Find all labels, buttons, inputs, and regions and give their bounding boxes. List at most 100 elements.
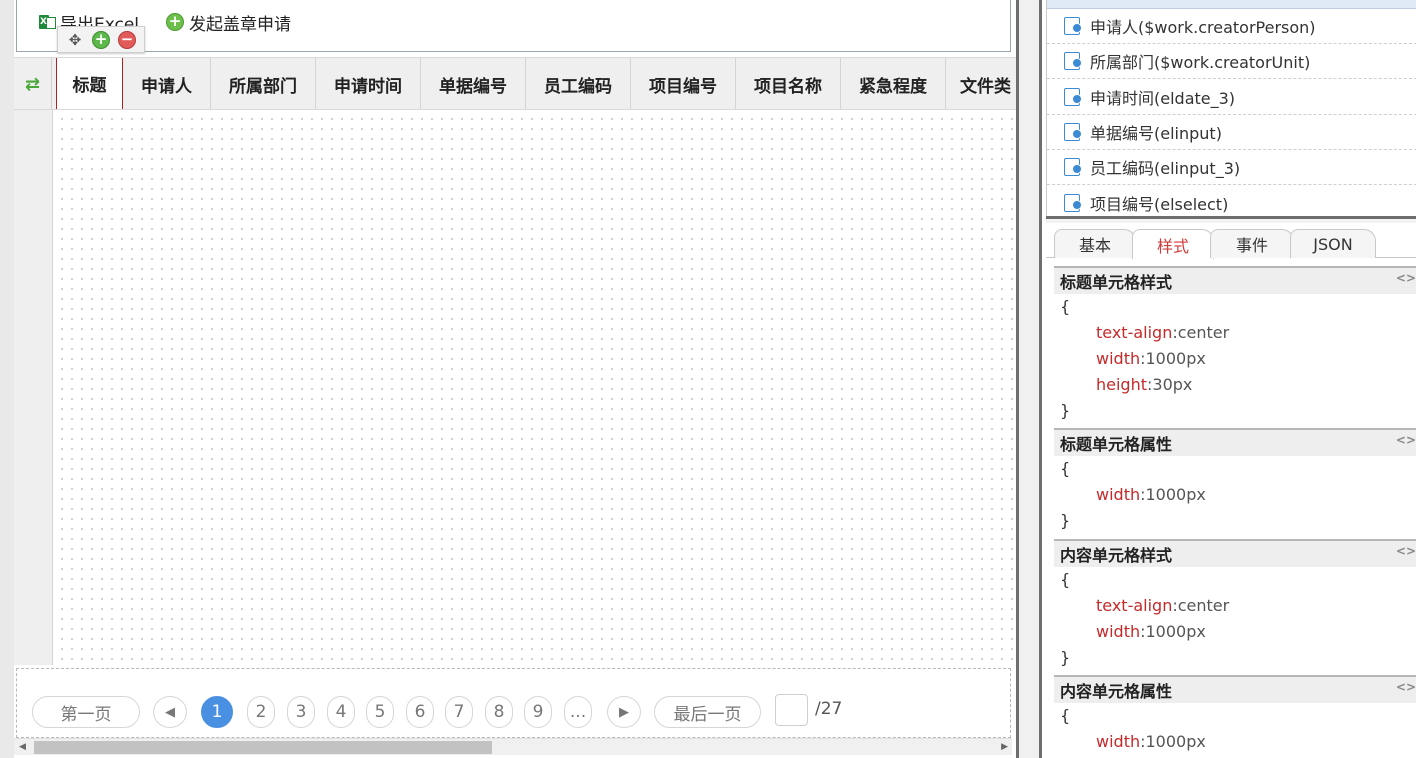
property-panel-title: 内容单元格属性 <>	[1054, 677, 1416, 703]
page-button[interactable]: 6	[406, 696, 434, 728]
code-toggle-icon[interactable]: <>	[1396, 271, 1416, 285]
field-list-item[interactable]: 项目编号(elselect)	[1047, 186, 1416, 217]
brace-open: {	[1060, 459, 1071, 478]
property-code-editor[interactable]: {text-align:center width:1000px height:30p…	[1054, 294, 1416, 424]
scrollbar-thumb[interactable]	[34, 741, 492, 754]
column-header[interactable]: 项目编号	[631, 58, 736, 109]
field-document-icon	[1064, 193, 1082, 212]
property-value: 1000px	[1145, 732, 1206, 751]
property-panel-title-text: 内容单元格样式	[1060, 546, 1173, 565]
property-key: width	[1096, 622, 1141, 641]
field-label: 所属部门($work.creatorUnit)	[1090, 53, 1311, 73]
column-header[interactable]: 紧急程度	[841, 58, 946, 109]
brace-close: }	[1060, 511, 1071, 530]
property-panel: 标题单元格属性 <> { width:1000px}	[1054, 428, 1416, 534]
field-label: 申请人($work.creatorPerson)	[1090, 18, 1316, 37]
brace-open: {	[1060, 297, 1071, 316]
horizontal-splitter[interactable]	[1046, 216, 1416, 223]
column-header[interactable]: 员工编码	[526, 58, 631, 109]
prev-page-icon[interactable]: ◀	[153, 696, 187, 728]
property-code-editor[interactable]: { width:1000px}	[1054, 456, 1416, 534]
field-list-item[interactable]: 单据编号(elinput)	[1047, 115, 1416, 150]
property-code-editor[interactable]: {text-align:center width:1000px}	[1054, 567, 1416, 671]
field-list-item[interactable]: 员工编码(elinput_3)	[1047, 150, 1416, 186]
property-entry: width:1000px	[1096, 485, 1206, 504]
property-code-editor[interactable]: {width:1000px	[1054, 703, 1416, 755]
move-icon[interactable]: ✥	[65, 30, 85, 50]
left-gutter	[0, 0, 14, 758]
property-key: width	[1096, 485, 1141, 504]
property-value: center	[1177, 596, 1230, 615]
page-button[interactable]: 4	[327, 696, 355, 728]
code-toggle-icon[interactable]: <>	[1396, 433, 1416, 447]
seal-request-button[interactable]: + 发起盖章申请	[166, 9, 291, 35]
horizontal-scrollbar[interactable]: ◀ ▶	[14, 738, 1012, 755]
next-page-icon[interactable]: ▶	[607, 696, 641, 728]
page-button-current[interactable]: 1	[201, 696, 233, 728]
tab-style[interactable]: 样式	[1132, 229, 1214, 259]
field-list-item[interactable]: 所属部门($work.creatorUnit)	[1047, 44, 1416, 80]
property-key: height	[1096, 375, 1147, 394]
property-value: center	[1177, 323, 1230, 342]
column-header[interactable]: 标题	[56, 58, 123, 109]
property-value: 1000px	[1145, 622, 1206, 641]
designer-canvas: X 导出Excel + 发起盖章申请 ✥ + − ⇄ 标题 申请人 所属部门 申请时间…	[0, 0, 1016, 758]
property-panel: 内容单元格属性 <> {width:1000px	[1054, 675, 1416, 755]
brace-close: }	[1060, 401, 1071, 420]
field-list-item[interactable]: 申请人($work.creatorPerson)	[1047, 9, 1416, 44]
first-page-button[interactable]: 第一页	[32, 696, 140, 728]
property-panel-title: 标题单元格样式 <>	[1054, 268, 1416, 294]
field-list-selected-row[interactable]	[1047, 0, 1416, 9]
code-toggle-icon[interactable]: <>	[1396, 544, 1416, 558]
field-document-icon	[1064, 158, 1082, 177]
pagination: 第一页 ◀ 1 2 3 4 5 6 7 8 9... ▶ 最后一页 /27	[16, 668, 1011, 738]
page-button[interactable]: 5	[366, 696, 394, 728]
property-entry: width:1000px	[1096, 349, 1206, 368]
property-value: 30px	[1152, 375, 1193, 394]
field-label: 单据编号(elinput)	[1090, 123, 1222, 143]
remove-component-icon[interactable]: −	[118, 30, 136, 49]
component-floating-toolbar: ✥ + −	[57, 26, 145, 53]
column-header[interactable]: 所属部门	[211, 58, 316, 109]
refresh-icon[interactable]: ⇄	[14, 58, 52, 109]
property-tabs: 基本 样式 事件 JSON	[1046, 228, 1416, 259]
column-header[interactable]: 申请人	[123, 58, 211, 109]
field-label: 员工编码(elinput_3)	[1090, 159, 1241, 179]
page-button[interactable]: 3	[287, 696, 315, 728]
property-entry: text-align:center	[1096, 323, 1230, 342]
property-key: width	[1096, 732, 1141, 751]
tab-event[interactable]: 事件	[1210, 229, 1294, 258]
scroll-left-icon[interactable]: ◀	[19, 742, 26, 752]
property-panel-title-text: 内容单元格属性	[1060, 682, 1173, 701]
vertical-splitter[interactable]	[1016, 0, 1041, 758]
tab-basic[interactable]: 基本	[1054, 229, 1136, 258]
field-label: 申请时间(eldate_3)	[1090, 88, 1236, 108]
grid-header-row: ⇄ 标题 申请人 所属部门 申请时间 单据编号 员工编码 项目编号 项目名称 紧急程度 文件类	[14, 57, 1016, 110]
page-button[interactable]: 8	[485, 696, 513, 728]
field-document-icon	[1064, 52, 1082, 71]
column-header[interactable]: 文件类	[946, 58, 1016, 109]
property-entry: text-align:center	[1096, 596, 1230, 615]
add-component-icon[interactable]: +	[92, 30, 110, 49]
page-button[interactable]: ...	[564, 696, 592, 728]
property-value: 1000px	[1145, 485, 1206, 504]
page-button[interactable]: 7	[445, 696, 473, 728]
property-entry: width:1000px	[1096, 622, 1206, 641]
scroll-right-icon[interactable]: ▶	[1001, 742, 1008, 752]
tab-json[interactable]: JSON	[1290, 229, 1376, 258]
code-toggle-icon[interactable]: <>	[1396, 680, 1416, 694]
last-page-button[interactable]: 最后一页	[654, 696, 761, 728]
page-number-input[interactable]	[775, 694, 808, 726]
seal-request-label: 发起盖章申请	[189, 14, 291, 35]
field-label: 项目编号(elselect)	[1090, 194, 1229, 214]
column-header[interactable]: 项目名称	[736, 58, 841, 109]
property-sidebar: 申请人($work.creatorPerson) 所属部门($work.creat…	[1046, 0, 1416, 758]
property-panel-title-text: 标题单元格属性	[1060, 435, 1173, 454]
column-header[interactable]: 申请时间	[316, 58, 421, 109]
page-button[interactable]: 9	[524, 696, 552, 728]
page-button[interactable]: 2	[247, 696, 275, 728]
field-list-item[interactable]: 申请时间(eldate_3)	[1047, 80, 1416, 115]
column-header[interactable]: 单据编号	[421, 58, 526, 109]
property-panel-title: 标题单元格属性 <>	[1054, 430, 1416, 456]
property-panel-title: 内容单元格样式 <>	[1054, 541, 1416, 567]
